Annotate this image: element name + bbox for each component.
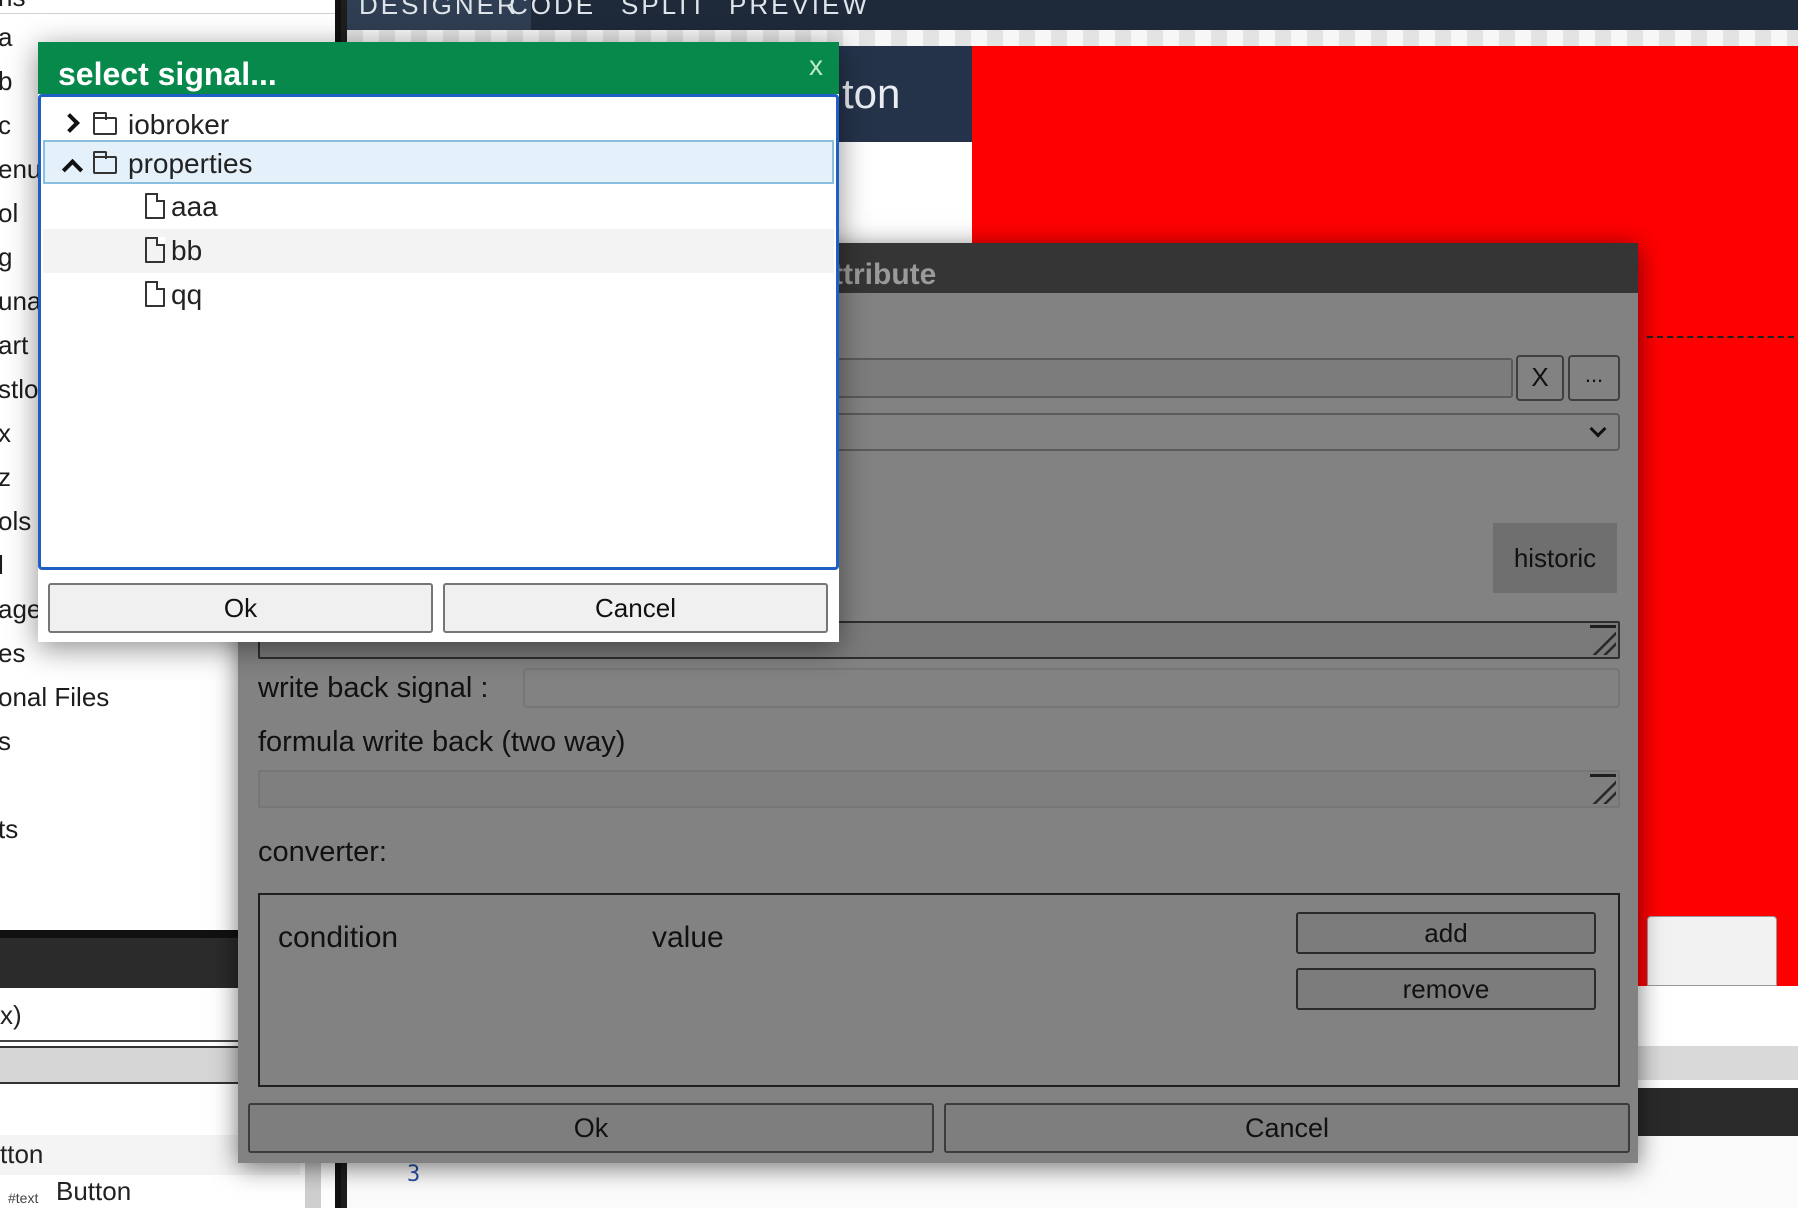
- dom-tree-node-tag: #text: [8, 1190, 39, 1206]
- signal-input[interactable]: [833, 358, 1513, 398]
- resize-grip-icon[interactable]: [1590, 625, 1616, 655]
- tree-node-label: aaa: [171, 191, 218, 222]
- left-list-item[interactable]: g: [0, 242, 12, 273]
- tab-preview[interactable]: PREVIEW: [717, 0, 882, 30]
- left-list-item[interactable]: onal Files: [0, 682, 109, 713]
- tree-node-label: iobroker: [128, 109, 230, 140]
- left-list-item[interactable]: stlo: [0, 374, 38, 405]
- signal-ok-button[interactable]: Ok: [48, 583, 433, 633]
- dom-tree-node-label: Button: [56, 1176, 132, 1206]
- left-list-item[interactable]: ns: [0, 0, 25, 13]
- signal-cancel-button[interactable]: Cancel: [443, 583, 828, 633]
- left-list-item[interactable]: es: [0, 638, 25, 669]
- tree-node-bb[interactable]: bb: [43, 229, 834, 273]
- tree-node-qq[interactable]: qq: [43, 273, 834, 317]
- left-list-item[interactable]: z: [0, 462, 11, 493]
- dom-tree-row[interactable]: #text Button: [0, 1176, 300, 1208]
- write-back-signal-input[interactable]: [523, 668, 1620, 708]
- clear-signal-button[interactable]: X: [1516, 355, 1564, 401]
- canvas-tab-element[interactable]: [1647, 916, 1777, 986]
- left-list-item[interactable]: s: [0, 726, 11, 757]
- chevron-down-icon: [1589, 420, 1607, 438]
- tab-split[interactable]: SPLIT: [609, 0, 720, 30]
- tree-node-label: properties: [128, 148, 253, 179]
- historic-button[interactable]: historic: [1493, 523, 1617, 593]
- dialog-title-bar: select signal... x: [38, 42, 839, 94]
- remove-converter-button[interactable]: remove: [1296, 968, 1596, 1010]
- converter-value-header: value: [652, 921, 724, 954]
- converter-label: converter:: [258, 836, 387, 868]
- tree-node-properties[interactable]: properties: [43, 140, 834, 184]
- left-list-item[interactable]: art: [0, 330, 28, 361]
- left-panel-header: [0, 0, 335, 14]
- left-list-item[interactable]: b: [0, 66, 12, 97]
- binding-type-select[interactable]: [833, 413, 1620, 451]
- left-list-item[interactable]: ol: [0, 198, 18, 229]
- converter-condition-header: condition: [278, 921, 399, 954]
- tree-node-label: bb: [171, 235, 203, 266]
- attribute-cancel-button[interactable]: Cancel: [944, 1103, 1630, 1153]
- close-button[interactable]: x: [809, 50, 823, 82]
- file-icon: [145, 281, 165, 307]
- tab-code[interactable]: CODE: [497, 0, 608, 30]
- file-icon: [145, 193, 165, 219]
- line-number: 3: [407, 1162, 421, 1187]
- select-signal-dialog: select signal... x iobroker properties a…: [38, 42, 839, 642]
- formula-write-back-textarea[interactable]: [258, 770, 1620, 808]
- tree-node-label: qq: [171, 279, 203, 310]
- left-list-item[interactable]: ols: [0, 506, 31, 537]
- write-back-signal-label: write back signal :: [258, 672, 489, 704]
- signal-tree: iobroker properties aaa bb qq: [38, 94, 839, 570]
- resize-grip-icon[interactable]: [1590, 774, 1616, 804]
- left-list-item[interactable]: age: [0, 594, 41, 625]
- formula-write-back-label: formula write back (two way): [258, 726, 626, 758]
- attribute-ok-button[interactable]: Ok: [248, 1103, 934, 1153]
- select-signal-button[interactable]: ...: [1568, 355, 1620, 401]
- left-list-item[interactable]: ts: [0, 814, 18, 845]
- dialog-title: select signal...: [58, 56, 277, 92]
- left-list-item[interactable]: enu: [0, 154, 41, 185]
- left-list-item[interactable]: a: [0, 22, 12, 53]
- guide-line: [1647, 336, 1798, 338]
- left-list-item[interactable]: c: [0, 110, 11, 141]
- left-list-item[interactable]: una: [0, 286, 41, 317]
- chevron-up-icon[interactable]: [61, 158, 84, 181]
- left-list-item[interactable]: x: [0, 418, 11, 449]
- designer-tab-bar: DESIGNER CODE SPLIT PREVIEW: [347, 0, 1798, 30]
- folder-icon: [93, 151, 117, 174]
- folder-icon: [93, 112, 117, 135]
- property-filter-value: x): [0, 1000, 22, 1030]
- dom-tree-row-label: tton: [0, 1139, 44, 1169]
- file-icon: [145, 237, 165, 263]
- chevron-right-icon[interactable]: [60, 113, 80, 133]
- tree-node-aaa[interactable]: aaa: [43, 185, 834, 229]
- dialog-title: ttribute: [833, 258, 937, 291]
- add-converter-button[interactable]: add: [1296, 912, 1596, 954]
- canvas-button-label: ton: [842, 70, 901, 117]
- left-list-item[interactable]: l: [0, 550, 4, 581]
